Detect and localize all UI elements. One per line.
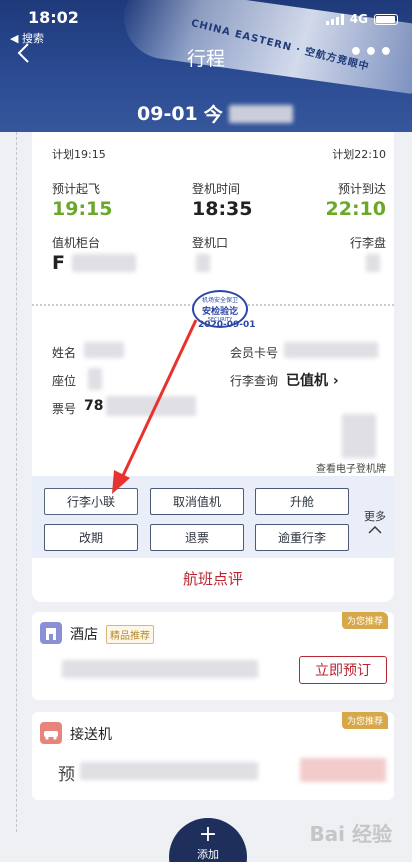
- add-label: 添加: [197, 848, 219, 861]
- checkin-counter-value: F: [52, 252, 65, 274]
- more-menu-icon[interactable]: •••: [349, 40, 394, 65]
- redacted-transfer-info: [80, 762, 258, 780]
- stamp-line2: 安检验讫: [201, 307, 238, 317]
- redacted-counter: [72, 254, 136, 272]
- arrival-time: 22:10: [325, 198, 386, 220]
- flight-card: 计划19:15 计划22:10 预计起飞 19:15 登机时间 18:35 预计…: [32, 132, 394, 602]
- name-label: 姓名: [52, 346, 77, 360]
- watermark: Bai 经验: [309, 822, 392, 846]
- add-button[interactable]: + 添加: [169, 818, 247, 862]
- timeline-line: [16, 132, 17, 832]
- ticket-number-prefix: 78: [84, 398, 104, 414]
- arrival-label: 预计到达: [337, 182, 386, 196]
- planned-departure: 计划19:15: [52, 148, 106, 161]
- upgrade-button[interactable]: 升舱: [255, 488, 349, 515]
- redacted-carousel: [366, 254, 380, 272]
- boarding-label: 登机时间: [192, 182, 241, 196]
- baggage-query-status[interactable]: 已值机 ›: [286, 370, 339, 390]
- plus-icon: +: [198, 822, 218, 847]
- hotel-icon: [40, 622, 62, 644]
- departure-label: 预计起飞: [52, 182, 101, 196]
- redacted-seat: [88, 368, 102, 390]
- baggage-carousel-label: 行李盘: [349, 236, 386, 250]
- network-type: 4G: [349, 12, 368, 26]
- redacted-gate: [196, 254, 210, 272]
- ticket-number-label: 票号: [52, 402, 77, 416]
- more-actions-button[interactable]: 更多: [364, 508, 386, 537]
- baggage-query-label: 行李查询: [230, 374, 279, 388]
- hotel-card[interactable]: 酒店 精品推荐 为您推荐 立即预订: [32, 612, 394, 700]
- status-indicators: 4G: [325, 12, 398, 26]
- planned-arrival: 计划22:10: [332, 148, 386, 161]
- redacted-member-card: [284, 342, 378, 358]
- overweight-baggage-button[interactable]: 逾重行李: [255, 524, 349, 551]
- flight-review-link[interactable]: 航班点评: [32, 568, 394, 589]
- baggage-tag-button[interactable]: 行李小联: [44, 488, 138, 515]
- car-icon: [40, 722, 62, 744]
- transfer-title: 接送机: [70, 727, 112, 743]
- gate-label: 登机口: [192, 236, 229, 250]
- stamp-date: 2020-09-01: [198, 320, 256, 330]
- hotel-title: 酒店: [70, 627, 98, 643]
- status-time: 18:02: [28, 8, 79, 27]
- book-now-button[interactable]: 立即预订: [299, 656, 387, 684]
- flight-prefix: 今: [203, 104, 223, 126]
- transfer-recommend-badge: 为您推荐: [341, 712, 388, 729]
- transfer-card[interactable]: 接送机 为您推荐 预: [32, 712, 394, 800]
- more-label: 更多: [364, 510, 386, 523]
- signal-icon: [325, 13, 344, 25]
- hotel-featured-tag: 精品推荐: [106, 625, 154, 644]
- trip-header: CHINA EASTERN · 空航方竞眼中 18:02 ◀ 搜索 4G 行程 …: [0, 0, 412, 132]
- cancel-checkin-button[interactable]: 取消值机: [150, 488, 244, 515]
- redacted-ticket-number: [106, 396, 196, 416]
- battery-icon: [374, 13, 398, 25]
- transfer-prefix: 预: [58, 765, 75, 785]
- checkin-counter-label: 值机柜台: [52, 236, 101, 250]
- member-card-label: 会员卡号: [230, 346, 279, 360]
- redacted-name: [84, 342, 124, 358]
- boarding-time: 18:35: [192, 198, 253, 220]
- refund-button[interactable]: 退票: [150, 524, 244, 551]
- view-boarding-pass-link[interactable]: 查看电子登机牌: [316, 460, 386, 475]
- seat-label: 座位: [52, 374, 77, 388]
- hotel-recommend-badge: 为您推荐: [341, 612, 388, 629]
- flight-summary: 09-01 今: [137, 100, 293, 127]
- redacted-transfer-button[interactable]: [300, 758, 386, 782]
- departure-time: 19:15: [52, 198, 113, 220]
- boarding-pass-thumbnail[interactable]: [342, 414, 376, 458]
- chevron-up-icon: [368, 526, 382, 534]
- redacted-flight-number: [228, 104, 293, 123]
- stamp-line1: 机场安全保卫: [201, 297, 238, 304]
- redacted-hotel-info: [62, 660, 258, 678]
- flight-date: 09-01: [137, 102, 198, 125]
- reschedule-button[interactable]: 改期: [44, 524, 138, 551]
